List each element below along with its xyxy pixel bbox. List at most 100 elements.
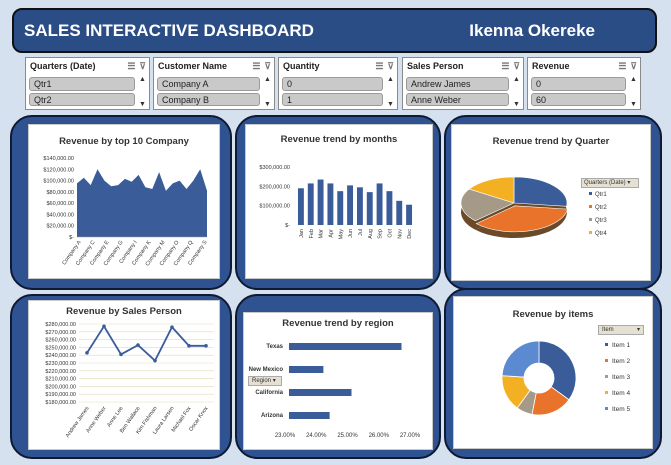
- scroll-up-icon[interactable]: ▲: [139, 76, 146, 83]
- chart-items[interactable]: Revenue by items Item 1 Item 2 Item 3 Item …: [453, 296, 653, 449]
- y-tick-label: California: [255, 390, 283, 396]
- slicer-title: Sales Person: [407, 61, 464, 71]
- bar: [406, 204, 413, 225]
- donut-slice: [501, 340, 540, 378]
- pie-slice: [513, 176, 568, 207]
- clear-filter-icon[interactable]: ⊽: [264, 61, 271, 72]
- x-tick-label: 23.00%: [275, 433, 296, 439]
- y-tick-label: $-: [285, 223, 290, 229]
- bar: [376, 183, 383, 225]
- y-tick-label: $190,000.00: [45, 392, 76, 398]
- clear-filter-icon[interactable]: ⊽: [630, 61, 637, 72]
- bar: [289, 412, 330, 419]
- bar: [327, 183, 334, 225]
- multi-select-icon[interactable]: ☰: [127, 61, 135, 72]
- multi-select-icon[interactable]: ☰: [501, 61, 509, 72]
- chart-quarter[interactable]: Revenue trend by Quarter Qtr1 Qtr2 Qtr3 Qtr…: [451, 124, 651, 281]
- scroll-up-icon[interactable]: ▲: [630, 76, 637, 83]
- y-tick-label: $100,000.00: [43, 179, 74, 185]
- data-point: [204, 344, 208, 348]
- slicer-quarters[interactable]: Quarters (Date) ☰ ⊽ Qtr1 Qtr2 ▲ ▼: [25, 57, 150, 110]
- legend-label: Qtr2: [595, 205, 607, 211]
- slicer-item[interactable]: Company B: [157, 93, 260, 106]
- x-tick-label: Sep: [378, 229, 384, 239]
- slicer-revenue[interactable]: Revenue ☰ ⊽ 0 60 ▲ ▼: [527, 57, 641, 110]
- y-tick-label: $120,000.00: [43, 167, 74, 173]
- slicer-scrollbar[interactable]: ▲ ▼: [385, 76, 396, 108]
- legend-swatch: [605, 343, 608, 346]
- legend-label: Item 5: [612, 406, 630, 413]
- y-tick-label: $100,000.00: [259, 204, 290, 210]
- y-tick-label: $230,000.00: [45, 361, 76, 367]
- x-tick-label: 25.00%: [337, 433, 358, 439]
- clear-filter-icon[interactable]: ⊽: [513, 61, 520, 72]
- scroll-down-icon[interactable]: ▼: [139, 101, 146, 108]
- multi-select-icon[interactable]: ☰: [375, 61, 383, 72]
- slicer-scrollbar[interactable]: ▲ ▼: [262, 76, 273, 108]
- data-point: [102, 324, 106, 329]
- chart-person[interactable]: Revenue by Sales Person $180,000.00 $190,…: [28, 300, 220, 450]
- bar: [386, 191, 393, 225]
- region-filter-button[interactable]: Region ▾: [248, 376, 282, 386]
- filter-label: Region: [252, 378, 272, 384]
- slicer-quantity[interactable]: Quantity ☰ ⊽ 0 1 ▲ ▼: [278, 57, 398, 110]
- legend-label: Item 4: [612, 390, 630, 397]
- multi-select-icon[interactable]: ☰: [618, 61, 626, 72]
- bar: [289, 389, 352, 396]
- slicer-item[interactable]: 60: [531, 93, 626, 106]
- chart-months[interactable]: Revenue trend by months $- $100,000.00 $20…: [245, 124, 433, 279]
- company-area-chart: $- $20,000.00 $40,000.00 $60,000.00 $80,000.…: [43, 156, 208, 267]
- chart-company[interactable]: Revenue by top 10 Company $- $20,000.00 $4…: [28, 124, 220, 279]
- y-tick-label: $270,000.00: [45, 330, 76, 336]
- slicer-customer[interactable]: Customer Name ☰ ⊽ Company A Company B ▲ ▼: [153, 57, 275, 110]
- quarter-filter-button[interactable]: Quarters (Date) ▾: [581, 178, 639, 188]
- slicer-item[interactable]: Qtr2: [29, 93, 135, 106]
- y-tick-label: $-: [69, 235, 74, 241]
- legend-label: Qtr4: [595, 231, 607, 237]
- clear-filter-icon[interactable]: ⊽: [139, 61, 146, 72]
- scroll-down-icon[interactable]: ▼: [387, 101, 394, 108]
- slicer-scrollbar[interactable]: ▲ ▼: [511, 76, 522, 108]
- bar: [396, 200, 403, 225]
- slicer-scrollbar[interactable]: ▲ ▼: [628, 76, 639, 108]
- x-tick-label: Jul: [358, 229, 364, 236]
- scroll-up-icon[interactable]: ▲: [264, 76, 271, 83]
- scroll-down-icon[interactable]: ▼: [264, 101, 271, 108]
- slicer-item[interactable]: Anne Weber: [406, 93, 509, 106]
- y-tick-label: $20,000.00: [46, 224, 74, 230]
- filter-label: Item: [602, 327, 614, 333]
- legend-label: Qtr1: [595, 192, 607, 198]
- slicer-item[interactable]: 0: [531, 77, 626, 91]
- scroll-down-icon[interactable]: ▼: [630, 101, 637, 108]
- y-tick-label: $210,000.00: [45, 377, 76, 383]
- dashboard: SALES INTERACTIVE DASHBOARD Ikenna Okere…: [0, 0, 671, 465]
- slicer-item[interactable]: 0: [282, 77, 383, 91]
- data-point: [136, 343, 140, 347]
- y-tick-label: Texas: [266, 344, 283, 350]
- legend-swatch: [605, 407, 608, 410]
- slicer-item[interactable]: Qtr1: [29, 77, 135, 91]
- slicer-title: Quantity: [283, 61, 320, 71]
- x-tick-label: Andrew James: [65, 406, 91, 439]
- scroll-up-icon[interactable]: ▲: [387, 76, 394, 83]
- scroll-down-icon[interactable]: ▼: [513, 101, 520, 108]
- slicer-sales-person[interactable]: Sales Person ☰ ⊽ Andrew James Anne Weber ▲…: [402, 57, 524, 110]
- slicer-item[interactable]: 1: [282, 93, 383, 106]
- multi-select-icon[interactable]: ☰: [252, 61, 260, 72]
- slicer-item[interactable]: Company A: [157, 77, 260, 91]
- legend-swatch: [605, 359, 608, 362]
- data-point: [153, 358, 157, 363]
- x-tick-label: Nov: [397, 229, 403, 239]
- chart-region[interactable]: Revenue trend by region Texas New Mexico C…: [243, 312, 433, 450]
- y-tick-label: $180,000.00: [45, 400, 76, 406]
- quarter-pie-chart: Qtr1 Qtr2 Qtr3 Qtr4: [460, 176, 607, 238]
- items-filter-button[interactable]: Item ▾: [598, 325, 644, 335]
- scroll-up-icon[interactable]: ▲: [513, 76, 520, 83]
- clear-filter-icon[interactable]: ⊽: [387, 61, 394, 72]
- y-tick-label: $220,000.00: [45, 369, 76, 375]
- legend-swatch: [589, 231, 592, 234]
- y-tick-label: $200,000.00: [45, 384, 76, 390]
- slicer-item[interactable]: Andrew James: [406, 77, 509, 91]
- slicer-scrollbar[interactable]: ▲ ▼: [137, 76, 148, 108]
- bar: [317, 179, 324, 225]
